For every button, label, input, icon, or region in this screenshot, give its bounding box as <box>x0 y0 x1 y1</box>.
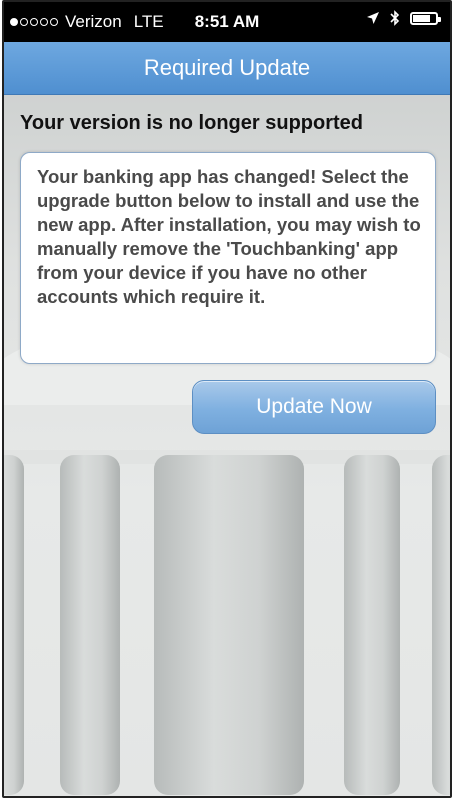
battery-icon <box>410 11 441 25</box>
location-arrow-icon <box>367 12 379 24</box>
background-pillar <box>344 455 400 795</box>
bluetooth-icon <box>390 10 400 26</box>
update-now-button[interactable]: Update Now <box>192 380 436 434</box>
message-text: Your banking app has changed! Select the… <box>37 166 421 307</box>
background-pillar <box>60 455 120 795</box>
page-headline: Your version is no longer supported <box>20 112 363 134</box>
nav-title: Required Update <box>143 55 311 80</box>
nav-bar: Required Update <box>4 42 450 95</box>
background-pillar <box>4 455 24 795</box>
background-pillar <box>432 455 450 795</box>
phone-screen: Verizon LTE 8:51 AM Required Update Your… <box>2 0 452 798</box>
status-bar: Verizon LTE 8:51 AM <box>4 2 450 42</box>
battery-fill <box>413 14 430 22</box>
message-box: Your banking app has changed! Select the… <box>20 152 436 364</box>
status-right <box>366 10 441 26</box>
background-pillar <box>154 455 304 795</box>
